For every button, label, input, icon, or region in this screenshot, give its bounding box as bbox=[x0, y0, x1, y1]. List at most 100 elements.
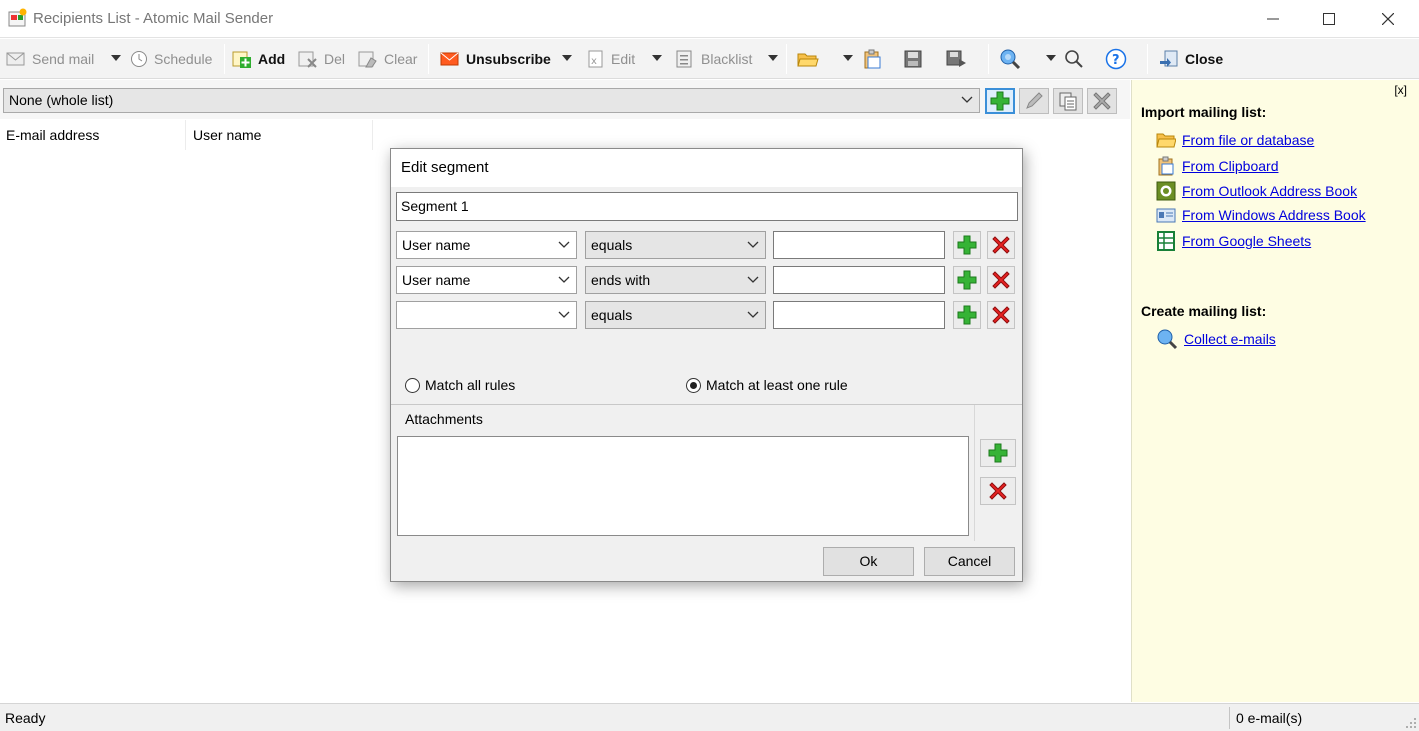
help-icon: ? bbox=[1105, 48, 1127, 70]
chevron-down-icon bbox=[558, 276, 570, 283]
app-icon bbox=[8, 8, 27, 27]
pencil-icon bbox=[1026, 92, 1043, 109]
copy-segment-button[interactable] bbox=[1053, 88, 1083, 114]
edit-button[interactable]: x Edit bbox=[587, 47, 635, 71]
status-divider bbox=[1229, 707, 1230, 729]
send-mail-button[interactable]: Send mail bbox=[6, 47, 94, 71]
close-exit-icon bbox=[1160, 50, 1178, 67]
delete-x-icon bbox=[992, 271, 1010, 289]
find-dropdown[interactable] bbox=[1046, 55, 1056, 61]
dialog-footer: Ok Cancel bbox=[391, 541, 1022, 581]
column-header-user-name[interactable]: User name bbox=[187, 120, 373, 150]
open-button[interactable] bbox=[797, 47, 819, 71]
match-any-radio-dot[interactable] bbox=[686, 377, 701, 393]
rule-2-field-select[interactable]: User name bbox=[396, 266, 577, 294]
collect-emails-link[interactable]: Collect e-mails bbox=[1156, 328, 1276, 350]
delete-attachment-button[interactable] bbox=[980, 477, 1016, 505]
chevron-down-icon bbox=[558, 241, 570, 248]
attachments-label: Attachments bbox=[405, 411, 483, 427]
ok-button[interactable]: Ok bbox=[823, 547, 914, 576]
match-any-label: Match at least one rule bbox=[706, 377, 848, 393]
help-button[interactable]: ? bbox=[1105, 47, 1127, 71]
import-from-clipboard-link[interactable]: From Clipboard bbox=[1156, 156, 1278, 176]
toolbar-separator bbox=[786, 44, 787, 74]
attachments-side-panel bbox=[974, 405, 1022, 541]
plus-icon bbox=[988, 443, 1008, 463]
clear-button[interactable]: Clear bbox=[358, 47, 417, 71]
svg-text:x: x bbox=[591, 56, 597, 67]
minimize-button[interactable] bbox=[1244, 0, 1302, 38]
rule-2-add-button[interactable] bbox=[953, 266, 981, 294]
rule-1-field-select[interactable]: User name bbox=[396, 231, 577, 259]
edit-dropdown[interactable] bbox=[652, 55, 662, 61]
copy-icon bbox=[1059, 92, 1077, 111]
create-heading: Create mailing list: bbox=[1141, 303, 1267, 319]
rule-1-add-button[interactable] bbox=[953, 231, 981, 259]
rule-3-add-button[interactable] bbox=[953, 301, 981, 329]
delete-record-icon bbox=[298, 51, 317, 68]
attachments-list[interactable] bbox=[397, 436, 969, 536]
rule-1-delete-button[interactable] bbox=[987, 231, 1015, 259]
panel-close-button[interactable]: [x] bbox=[1394, 83, 1407, 97]
open-dropdown[interactable] bbox=[843, 55, 853, 61]
import-from-windows-address-book-link[interactable]: From Windows Address Book bbox=[1156, 206, 1366, 224]
paste-button[interactable] bbox=[862, 47, 882, 71]
plus-icon bbox=[957, 305, 977, 325]
svg-text:?: ? bbox=[1112, 53, 1120, 68]
blacklist-button[interactable]: Blacklist bbox=[675, 47, 752, 71]
status-bar: Ready 0 e-mail(s) bbox=[0, 703, 1419, 731]
import-from-outlook-link[interactable]: From Outlook Address Book bbox=[1156, 181, 1357, 201]
globe-search-icon bbox=[1157, 329, 1178, 350]
close-window-button[interactable] bbox=[1359, 0, 1417, 38]
rule-1-value-input[interactable] bbox=[773, 231, 945, 259]
save-button[interactable] bbox=[903, 47, 923, 71]
match-all-radio[interactable]: Match all rules bbox=[405, 377, 515, 393]
rule-2-operator-select[interactable]: ends with bbox=[585, 266, 766, 294]
search-button[interactable] bbox=[1064, 47, 1084, 71]
column-header-email[interactable]: E-mail address bbox=[0, 120, 186, 150]
schedule-button[interactable]: Schedule bbox=[130, 47, 212, 71]
resize-grip-icon[interactable] bbox=[1405, 717, 1417, 729]
email-count: 0 e-mail(s) bbox=[1236, 710, 1303, 726]
rule-2-delete-button[interactable] bbox=[987, 266, 1015, 294]
segment-name-input[interactable]: Segment 1 bbox=[396, 192, 1018, 221]
rule-3-operator-select[interactable]: equals bbox=[585, 301, 766, 329]
rule-3-field-select[interactable] bbox=[396, 301, 577, 329]
send-mail-dropdown[interactable] bbox=[111, 55, 121, 61]
cancel-button[interactable]: Cancel bbox=[924, 547, 1015, 576]
unsubscribe-mail-icon bbox=[440, 52, 459, 66]
main-toolbar: Send mail Schedule Add Del Clear Unsubsc… bbox=[0, 39, 1419, 79]
import-from-file-link[interactable]: From file or database bbox=[1156, 131, 1314, 149]
match-all-radio-dot[interactable] bbox=[405, 377, 420, 393]
rule-2-value-input[interactable] bbox=[773, 266, 945, 294]
plus-icon bbox=[957, 235, 977, 255]
add-segment-button[interactable] bbox=[985, 88, 1015, 114]
clipboard-icon bbox=[1158, 156, 1174, 176]
blacklist-dropdown[interactable] bbox=[768, 55, 778, 61]
rule-2-operator-value: ends with bbox=[591, 272, 651, 288]
find-button[interactable] bbox=[999, 47, 1021, 71]
toolbar-separator bbox=[1147, 44, 1148, 74]
add-button[interactable]: Add bbox=[232, 47, 285, 71]
edit-segment-dialog: Edit segment Segment 1 User name equals … bbox=[390, 148, 1023, 582]
match-any-radio[interactable]: Match at least one rule bbox=[686, 377, 848, 393]
delete-segment-button[interactable] bbox=[1087, 88, 1117, 114]
unsubscribe-button[interactable]: Unsubscribe bbox=[440, 47, 551, 71]
close-list-button[interactable]: Close bbox=[1159, 47, 1223, 71]
edit-segment-button[interactable] bbox=[1019, 88, 1049, 114]
segment-bar: None (whole list) bbox=[0, 80, 1130, 119]
rule-1-operator-select[interactable]: equals bbox=[585, 231, 766, 259]
maximize-icon bbox=[1323, 13, 1335, 25]
save-as-button[interactable] bbox=[945, 47, 967, 71]
add-attachment-button[interactable] bbox=[980, 439, 1016, 467]
rule-3-value-input[interactable] bbox=[773, 301, 945, 329]
maximize-button[interactable] bbox=[1300, 0, 1358, 38]
delete-button[interactable]: Del bbox=[298, 47, 345, 71]
unsubscribe-dropdown[interactable] bbox=[562, 55, 572, 61]
segment-select[interactable]: None (whole list) bbox=[3, 88, 980, 113]
match-all-label: Match all rules bbox=[425, 377, 516, 393]
delete-x-icon bbox=[992, 236, 1010, 254]
import-from-google-sheets-link[interactable]: From Google Sheets bbox=[1156, 231, 1311, 251]
rule-3-delete-button[interactable] bbox=[987, 301, 1015, 329]
plus-icon bbox=[990, 91, 1010, 111]
